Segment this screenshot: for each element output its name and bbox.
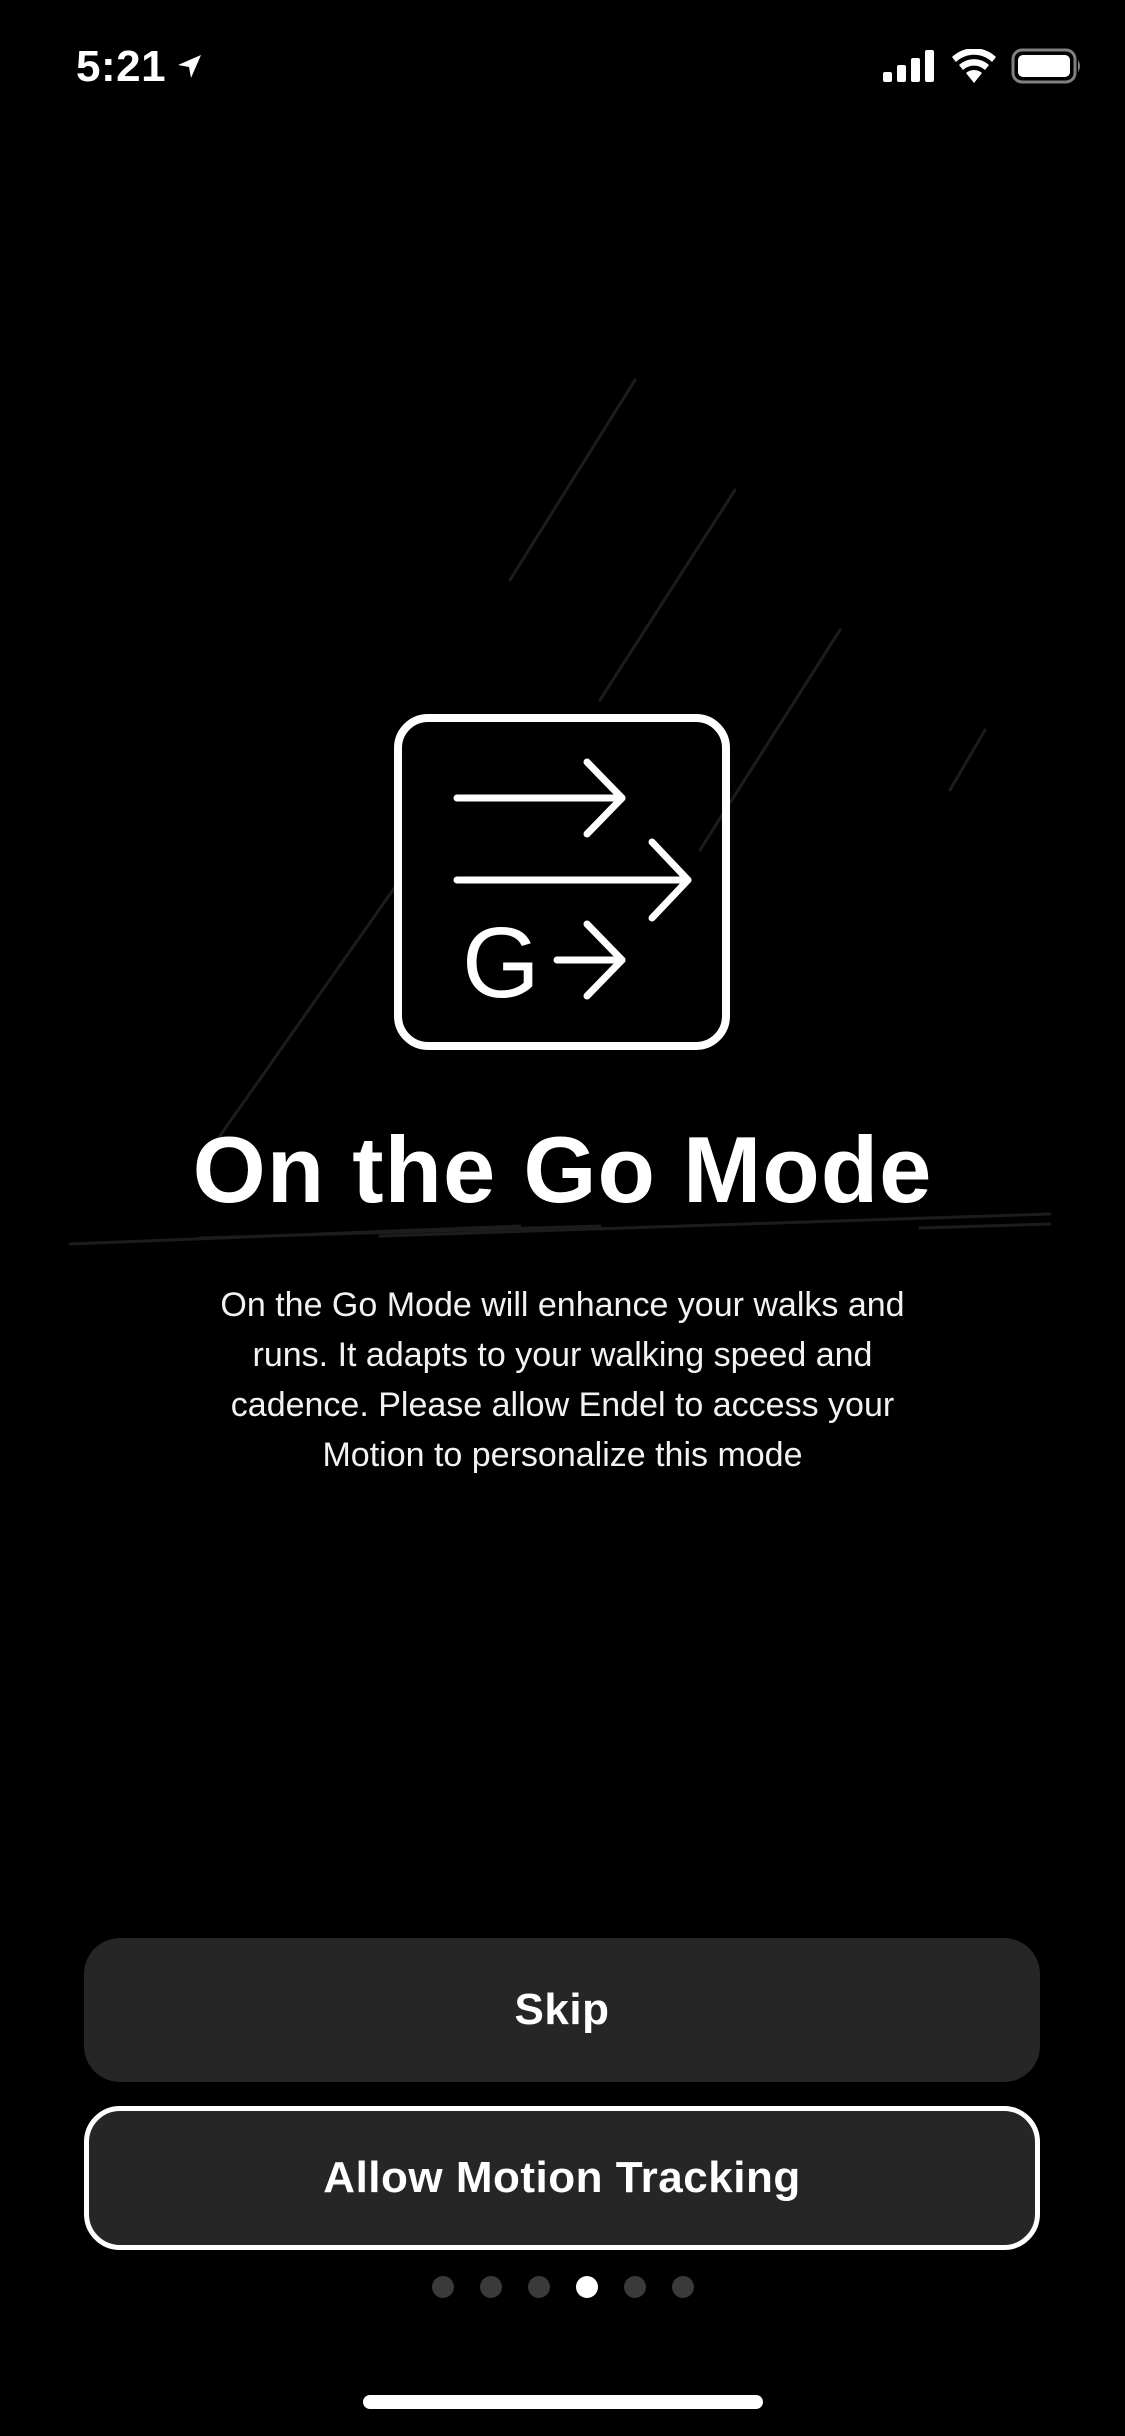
mode-icon-letter: G [462, 907, 540, 1019]
status-time-text: 5:21 [76, 42, 167, 91]
on-the-go-mode-icon: G [394, 714, 730, 1050]
battery-icon [1011, 48, 1080, 84]
page-dot [671, 2276, 694, 2298]
mode-description: On the Go Mode will enhance your walks a… [220, 1286, 905, 1474]
allow-motion-tracking-label: Allow Motion Tracking [323, 2153, 801, 2202]
status-bar: 5:21 [0, 0, 1125, 140]
cellular-signal-icon [883, 50, 934, 82]
page-dot [575, 2276, 598, 2298]
wifi-icon [952, 49, 996, 83]
skip-button-label: Skip [514, 1985, 610, 2034]
location-arrow-icon [178, 55, 202, 78]
page-indicator [0, 2276, 1125, 2298]
skip-button[interactable]: Skip [84, 1938, 1040, 2082]
allow-motion-tracking-button[interactable]: Allow Motion Tracking [84, 2106, 1040, 2250]
home-indicator[interactable] [363, 2395, 763, 2409]
status-icons [883, 48, 1083, 84]
page-dot [479, 2276, 502, 2298]
page-dot [623, 2276, 646, 2298]
page-title: On the Go Mode [192, 1117, 933, 1222]
status-time: 5:21 [76, 42, 204, 92]
page-dot [527, 2276, 550, 2298]
page-dot [431, 2276, 454, 2298]
